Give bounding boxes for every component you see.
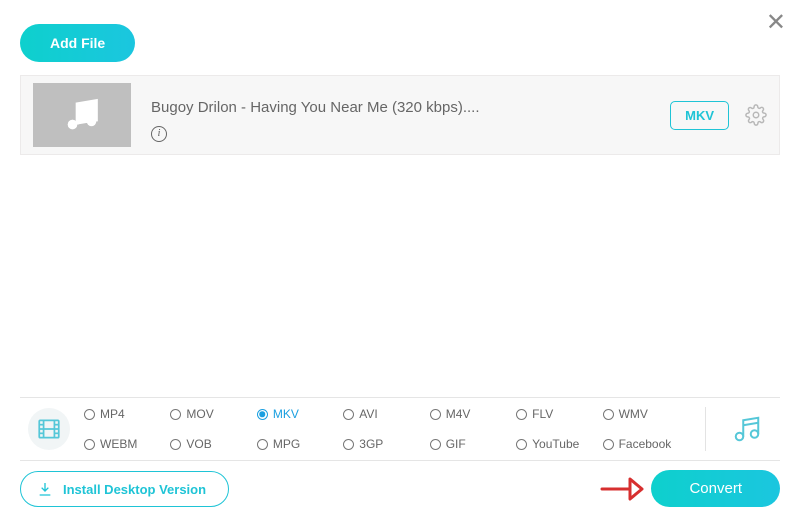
- format-option-gif[interactable]: GIF: [430, 437, 516, 451]
- format-option-m4v[interactable]: M4V: [430, 407, 516, 421]
- annotation-arrow: [600, 474, 644, 509]
- file-info: Bugoy Drilon - Having You Near Me (320 k…: [131, 89, 670, 142]
- format-option-3gp[interactable]: 3GP: [343, 437, 429, 451]
- format-option-youtube[interactable]: YouTube: [516, 437, 602, 451]
- radio-icon: [516, 439, 527, 450]
- format-option-webm[interactable]: WEBM: [84, 437, 170, 451]
- file-thumbnail: [33, 83, 131, 147]
- radio-icon: [257, 409, 268, 420]
- install-label: Install Desktop Version: [63, 482, 206, 497]
- format-option-mov[interactable]: MOV: [170, 407, 256, 421]
- format-badge[interactable]: MKV: [670, 101, 729, 130]
- separator: [705, 407, 706, 451]
- radio-icon: [343, 409, 354, 420]
- install-desktop-button[interactable]: Install Desktop Version: [20, 471, 229, 507]
- format-option-mkv[interactable]: MKV: [257, 407, 343, 421]
- file-title: Bugoy Drilon - Having You Near Me (320 k…: [151, 89, 670, 116]
- format-label: M4V: [446, 407, 471, 421]
- radio-icon: [603, 439, 614, 450]
- radio-icon: [84, 439, 95, 450]
- radio-icon: [170, 409, 181, 420]
- convert-button[interactable]: Convert: [651, 470, 780, 507]
- format-option-mp4[interactable]: MP4: [84, 407, 170, 421]
- format-option-mpg[interactable]: MPG: [257, 437, 343, 451]
- format-label: VOB: [186, 437, 211, 451]
- download-icon: [37, 481, 53, 497]
- format-label: YouTube: [532, 437, 579, 451]
- format-label: WEBM: [100, 437, 137, 451]
- radio-icon: [603, 409, 614, 420]
- format-label: MOV: [186, 407, 213, 421]
- format-label: MPG: [273, 437, 300, 451]
- format-grid: MP4 MOV MKV AVI M4V FLV WMV WEBM VOB MPG 3GP GIF You…: [84, 404, 689, 454]
- radio-icon: [516, 409, 527, 420]
- format-option-flv[interactable]: FLV: [516, 407, 602, 421]
- format-label: AVI: [359, 407, 377, 421]
- formats-bar: MP4 MOV MKV AVI M4V FLV WMV WEBM VOB MPG 3GP GIF You…: [20, 397, 780, 461]
- format-label: WMV: [619, 407, 648, 421]
- radio-icon: [430, 409, 441, 420]
- format-label: GIF: [446, 437, 466, 451]
- radio-icon: [170, 439, 181, 450]
- format-option-wmv[interactable]: WMV: [603, 407, 689, 421]
- file-row: Bugoy Drilon - Having You Near Me (320 k…: [20, 75, 780, 155]
- format-label: Facebook: [619, 437, 672, 451]
- radio-icon: [257, 439, 268, 450]
- radio-icon: [84, 409, 95, 420]
- format-label: FLV: [532, 407, 553, 421]
- radio-icon: [343, 439, 354, 450]
- format-option-facebook[interactable]: Facebook: [603, 437, 689, 451]
- radio-icon: [430, 439, 441, 450]
- close-icon[interactable]: ✕: [766, 8, 786, 37]
- format-option-avi[interactable]: AVI: [343, 407, 429, 421]
- add-file-button[interactable]: Add File: [20, 24, 135, 62]
- film-icon[interactable]: [28, 408, 70, 450]
- gear-icon[interactable]: [745, 104, 767, 126]
- format-label: MKV: [273, 407, 299, 421]
- format-label: MP4: [100, 407, 125, 421]
- music-note-icon: [63, 96, 101, 134]
- music-icon[interactable]: [722, 414, 772, 444]
- info-icon[interactable]: i: [151, 126, 167, 142]
- format-label: 3GP: [359, 437, 383, 451]
- format-option-vob[interactable]: VOB: [170, 437, 256, 451]
